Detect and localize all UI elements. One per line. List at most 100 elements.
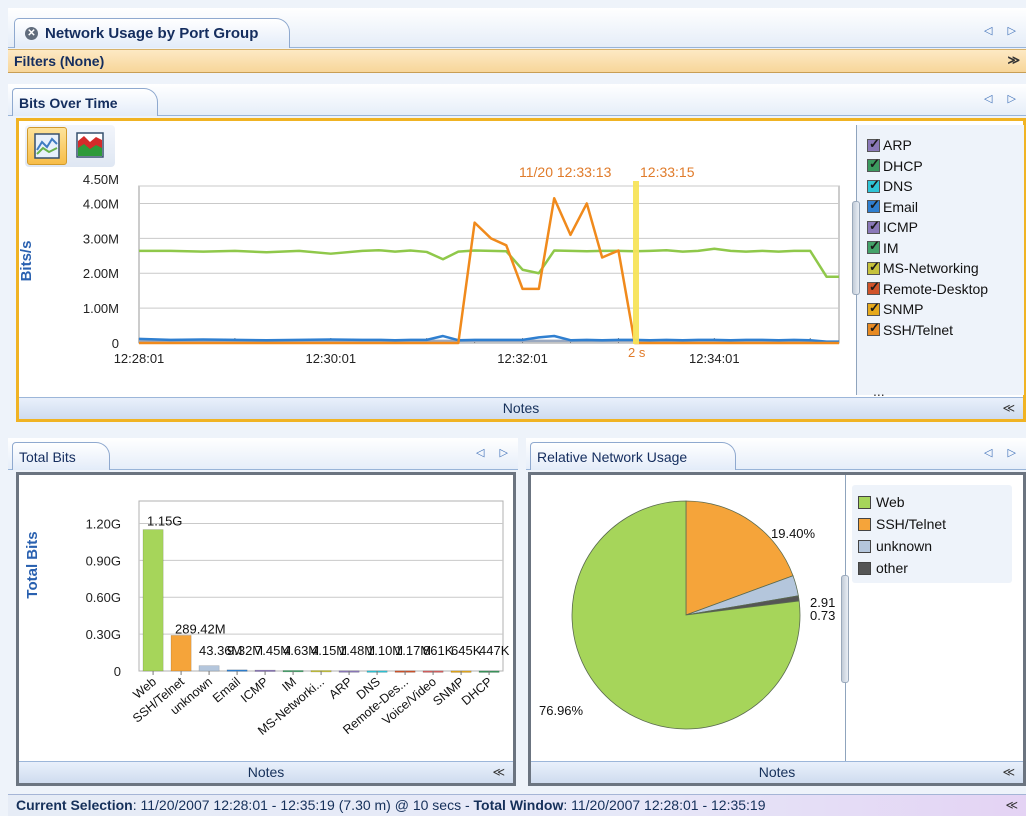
legend-swatch xyxy=(858,561,871,575)
total-bits-chart[interactable]: 00.30G0.60G0.90G1.20G 1.15G289.42M43.36M… xyxy=(19,475,513,761)
tab-total-bits[interactable]: Total Bits xyxy=(12,442,110,470)
tab-title: Network Usage by Port Group xyxy=(45,25,259,42)
bits-over-time-chart[interactable]: 0 1.00M 2.00M 3.00M 4.00M 4.50M 12:28:01 12:30… xyxy=(19,121,855,397)
panel-scroll-arrows-icon[interactable]: ◁ ▷ xyxy=(476,446,514,459)
legend-label: SSH/Telnet xyxy=(876,516,947,532)
legend-item[interactable]: DHCP xyxy=(867,156,1023,177)
total-window-value: : 11/20/2007 12:28:01 - 12:35:19 xyxy=(563,797,766,813)
legend-label: MS-Networking xyxy=(883,260,979,277)
tab-label: Bits Over Time xyxy=(19,94,118,111)
panel-scroll-arrows-icon[interactable]: ◁ ▷ xyxy=(984,446,1022,459)
notes-bar-bits[interactable]: Notes ≪ xyxy=(19,397,1023,419)
tab-scroll-arrows-icon[interactable]: ◁ ▷ xyxy=(984,24,1022,37)
cursor-delta-label: 2 s xyxy=(628,345,646,360)
legend-label: unknown xyxy=(876,538,933,554)
bar[interactable] xyxy=(142,529,164,672)
legend-item[interactable]: DNS xyxy=(867,176,1023,197)
expand-filters-icon[interactable]: ≫ xyxy=(1007,53,1020,67)
pie-slice-label: 19.40% xyxy=(771,526,816,541)
bar[interactable] xyxy=(198,665,220,672)
total-bits-tab-strip: Total Bits ◁ ▷ xyxy=(8,438,518,470)
legend-item[interactable]: MS-Networking xyxy=(867,258,1023,279)
notes-label: Notes xyxy=(247,764,285,780)
total-window-label: Total Window xyxy=(473,797,564,813)
legend-label: ARP xyxy=(883,137,912,154)
legend-checkbox[interactable] xyxy=(867,259,880,275)
legend-checkbox[interactable] xyxy=(867,197,880,214)
legend-swatch xyxy=(858,495,871,509)
legend-swatch xyxy=(858,539,871,553)
legend-splitter[interactable] xyxy=(852,201,860,295)
legend-item[interactable]: Web xyxy=(858,491,1008,513)
cursor-time-label: 11/20 12:33:13 xyxy=(519,164,612,180)
legend-label: DNS xyxy=(883,178,913,195)
legend-item[interactable]: IM xyxy=(867,238,1023,259)
bar-data-label: 1.15G xyxy=(147,514,182,529)
legend-checkbox[interactable] xyxy=(867,177,880,193)
filters-bar[interactable]: Filters (None) ≫ xyxy=(8,49,1026,73)
y-axis-label: Total Bits xyxy=(24,531,41,598)
y-tick-label: 0 xyxy=(112,336,119,351)
legend-checkbox[interactable] xyxy=(867,238,880,255)
legend-item[interactable]: ICMP xyxy=(867,217,1023,238)
notes-bar-relative-usage[interactable]: Notes ≪ xyxy=(531,761,1023,783)
legend-label: DHCP xyxy=(883,157,923,174)
collapse-notes-icon[interactable]: ≪ xyxy=(1002,398,1015,419)
filters-label: Filters (None) xyxy=(14,53,105,69)
legend-checkbox[interactable] xyxy=(867,320,880,337)
legend-checkbox[interactable] xyxy=(867,300,880,316)
close-icon[interactable]: ✕ xyxy=(25,27,38,40)
title-tab-strip: ✕ Network Usage by Port Group ◁ ▷ xyxy=(8,8,1026,48)
y-tick-label: 3.00M xyxy=(83,231,119,246)
notes-bar-total-bits[interactable]: Notes ≪ xyxy=(19,761,513,783)
collapse-status-icon[interactable]: ≪ xyxy=(1005,795,1018,816)
legend-checkbox[interactable] xyxy=(867,218,880,234)
legend-label: Web xyxy=(876,494,905,510)
time-cursor[interactable] xyxy=(633,181,639,344)
notes-label: Notes xyxy=(502,400,540,416)
legend-checkbox[interactable] xyxy=(867,156,880,173)
x-tick-label: 12:28:01 xyxy=(114,351,165,366)
legend-item[interactable]: SSH/Telnet xyxy=(858,513,1008,535)
legend-checkbox[interactable] xyxy=(867,136,880,152)
legend-checkbox[interactable] xyxy=(867,279,880,296)
legend-label: Email xyxy=(883,198,919,215)
current-selection-label: Current Selection xyxy=(16,797,133,813)
legend-item[interactable]: Remote-Desktop xyxy=(867,279,1023,300)
collapse-notes-icon[interactable]: ≪ xyxy=(492,762,505,783)
tab-relative-network-usage[interactable]: Relative Network Usage xyxy=(530,442,736,470)
legend-splitter[interactable] xyxy=(841,575,849,683)
cursor-time-label-2: 12:33:15 xyxy=(640,164,695,180)
legend-label: other xyxy=(876,560,908,576)
total-bits-panel: 0 0.30G 0.60G 0.90G 1.20G 1.15G 289.42M 43.36M… xyxy=(16,472,516,786)
legend-item[interactable]: SSH/Telnet xyxy=(867,320,1023,341)
current-selection-value: : 11/20/2007 12:28:01 - 12:35:19 (7.30 m… xyxy=(132,797,474,813)
legend-label: Remote-Desktop xyxy=(883,280,989,297)
tab-network-usage[interactable]: ✕ Network Usage by Port Group xyxy=(14,18,290,48)
legend-label: SSH/Telnet xyxy=(883,321,954,338)
bar-data-label: 447K xyxy=(479,643,510,658)
notes-label: Notes xyxy=(758,764,796,780)
legend-item[interactable]: ARP xyxy=(867,135,1023,156)
tab-label: Relative Network Usage xyxy=(537,448,688,465)
legend-item[interactable]: other xyxy=(858,557,1008,579)
collapse-notes-icon[interactable]: ≪ xyxy=(1002,762,1015,783)
plot-area xyxy=(138,185,840,344)
bar-data-label: 861K xyxy=(423,643,454,658)
y-tick-label: 1.00M xyxy=(83,301,119,316)
x-tick-label: 12:34:01 xyxy=(689,351,740,366)
y-tick-label: 4.50M xyxy=(83,172,119,187)
bar[interactable] xyxy=(170,635,192,672)
relative-usage-panel: 76.96% 19.40% 2.91 0.73 Web SSH/Telnet unknow… xyxy=(528,472,1026,786)
tab-bits-over-time[interactable]: Bits Over Time xyxy=(12,88,158,116)
bits-over-time-tab-strip: Bits Over Time ◁ ▷ xyxy=(8,84,1026,116)
y-tick-label: 0.60G xyxy=(86,590,121,605)
legend-item[interactable]: Email xyxy=(867,197,1023,218)
legend-item[interactable]: SNMP xyxy=(867,299,1023,320)
relative-usage-pie-chart[interactable]: 76.96%19.40%2.910.73 xyxy=(531,475,845,761)
relative-usage-tab-strip: Relative Network Usage ◁ ▷ xyxy=(526,438,1026,470)
panel-scroll-arrows-icon[interactable]: ◁ ▷ xyxy=(984,92,1022,105)
legend-label: IM xyxy=(883,239,899,256)
legend-item[interactable]: unknown xyxy=(858,535,1008,557)
tab-label: Total Bits xyxy=(19,448,76,465)
